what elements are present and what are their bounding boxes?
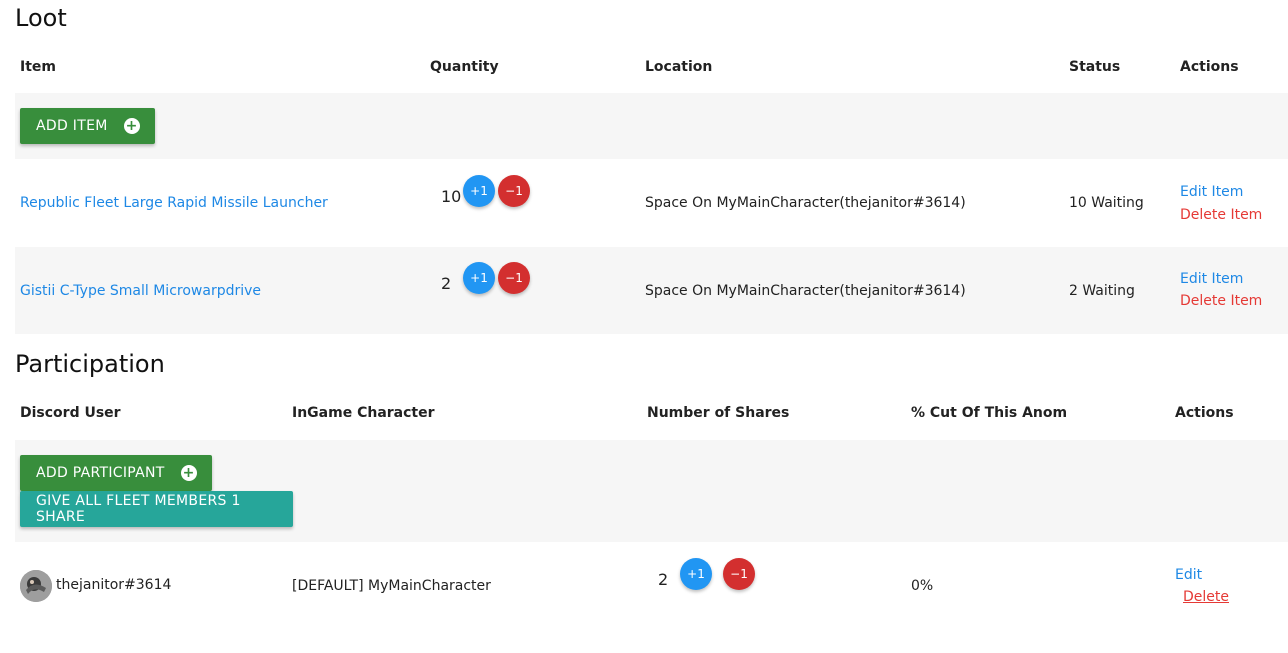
decrement-button[interactable]: −1 <box>723 558 755 590</box>
participation-add-row: ADD PARTICIPANT + GIVE ALL FLEET MEMBERS… <box>15 440 1288 542</box>
loot-table-header: Item Quantity Location Status Actions <box>15 43 1288 93</box>
delete-item-link[interactable]: Delete Item <box>1180 293 1262 309</box>
participation-title: Participation <box>15 350 165 378</box>
avatar-image <box>20 570 52 602</box>
location-value: Space On MyMainCharacter(thejanitor#3614… <box>645 283 966 299</box>
add-participant-button[interactable]: ADD PARTICIPANT + <box>20 455 212 491</box>
decrement-button[interactable]: −1 <box>498 175 530 207</box>
header-cut: % Cut Of This Anom <box>911 405 1068 421</box>
edit-item-link[interactable]: Edit Item <box>1180 271 1243 287</box>
item-link[interactable]: Gistii C-Type Small Microwarpdrive <box>20 283 261 299</box>
cut-value: 0% <box>911 578 934 594</box>
plus-circle-icon: + <box>123 118 140 134</box>
quantity-value: 10 <box>441 187 462 206</box>
header-ingame-character: InGame Character <box>292 405 435 421</box>
header-item: Item <box>20 59 56 75</box>
header-actions: Actions <box>1175 405 1234 421</box>
location-value: Space On MyMainCharacter(thejanitor#3614… <box>645 195 966 211</box>
status-value: 10 Waiting <box>1069 195 1144 211</box>
increment-button[interactable]: +1 <box>680 558 712 590</box>
user-avatar <box>20 570 52 602</box>
give-all-shares-label: GIVE ALL FLEET MEMBERS 1 SHARE <box>36 493 241 525</box>
header-quantity: Quantity <box>430 59 499 75</box>
add-item-button[interactable]: ADD ITEM + <box>20 108 155 144</box>
table-row: thejanitor#3614 [DEFAULT] MyMainCharacte… <box>15 542 1288 632</box>
give-all-shares-button[interactable]: GIVE ALL FLEET MEMBERS 1 SHARE <box>20 491 293 527</box>
table-row: Gistii C-Type Small Microwarpdrive 2 +1 … <box>15 247 1288 334</box>
header-status: Status <box>1069 59 1121 75</box>
delete-participant-link[interactable]: Delete <box>1183 589 1229 605</box>
header-number-of-shares: Number of Shares <box>647 405 790 421</box>
ingame-character-value: [DEFAULT] MyMainCharacter <box>292 578 491 594</box>
item-link[interactable]: Republic Fleet Large Rapid Missile Launc… <box>20 195 328 211</box>
participation-table-header: Discord User InGame Character Number of … <box>15 389 1288 439</box>
plus-circle-icon: + <box>180 465 197 481</box>
discord-user-name: thejanitor#3614 <box>56 577 172 593</box>
status-value: 2 Waiting <box>1069 283 1135 299</box>
increment-button[interactable]: +1 <box>463 175 495 207</box>
decrement-button[interactable]: −1 <box>498 262 530 294</box>
add-participant-label: ADD PARTICIPANT <box>36 465 165 481</box>
delete-item-link[interactable]: Delete Item <box>1180 207 1262 223</box>
shares-value: 2 <box>658 570 669 589</box>
header-actions: Actions <box>1180 59 1239 75</box>
loot-add-row: ADD ITEM + <box>15 93 1288 159</box>
header-location: Location <box>645 59 713 75</box>
table-row: Republic Fleet Large Rapid Missile Launc… <box>15 159 1288 247</box>
header-discord-user: Discord User <box>20 405 121 421</box>
edit-participant-link[interactable]: Edit <box>1175 567 1202 583</box>
increment-button[interactable]: +1 <box>463 262 495 294</box>
quantity-value: 2 <box>441 274 452 293</box>
add-item-label: ADD ITEM <box>36 118 108 134</box>
edit-item-link[interactable]: Edit Item <box>1180 184 1243 200</box>
loot-title: Loot <box>15 4 67 32</box>
